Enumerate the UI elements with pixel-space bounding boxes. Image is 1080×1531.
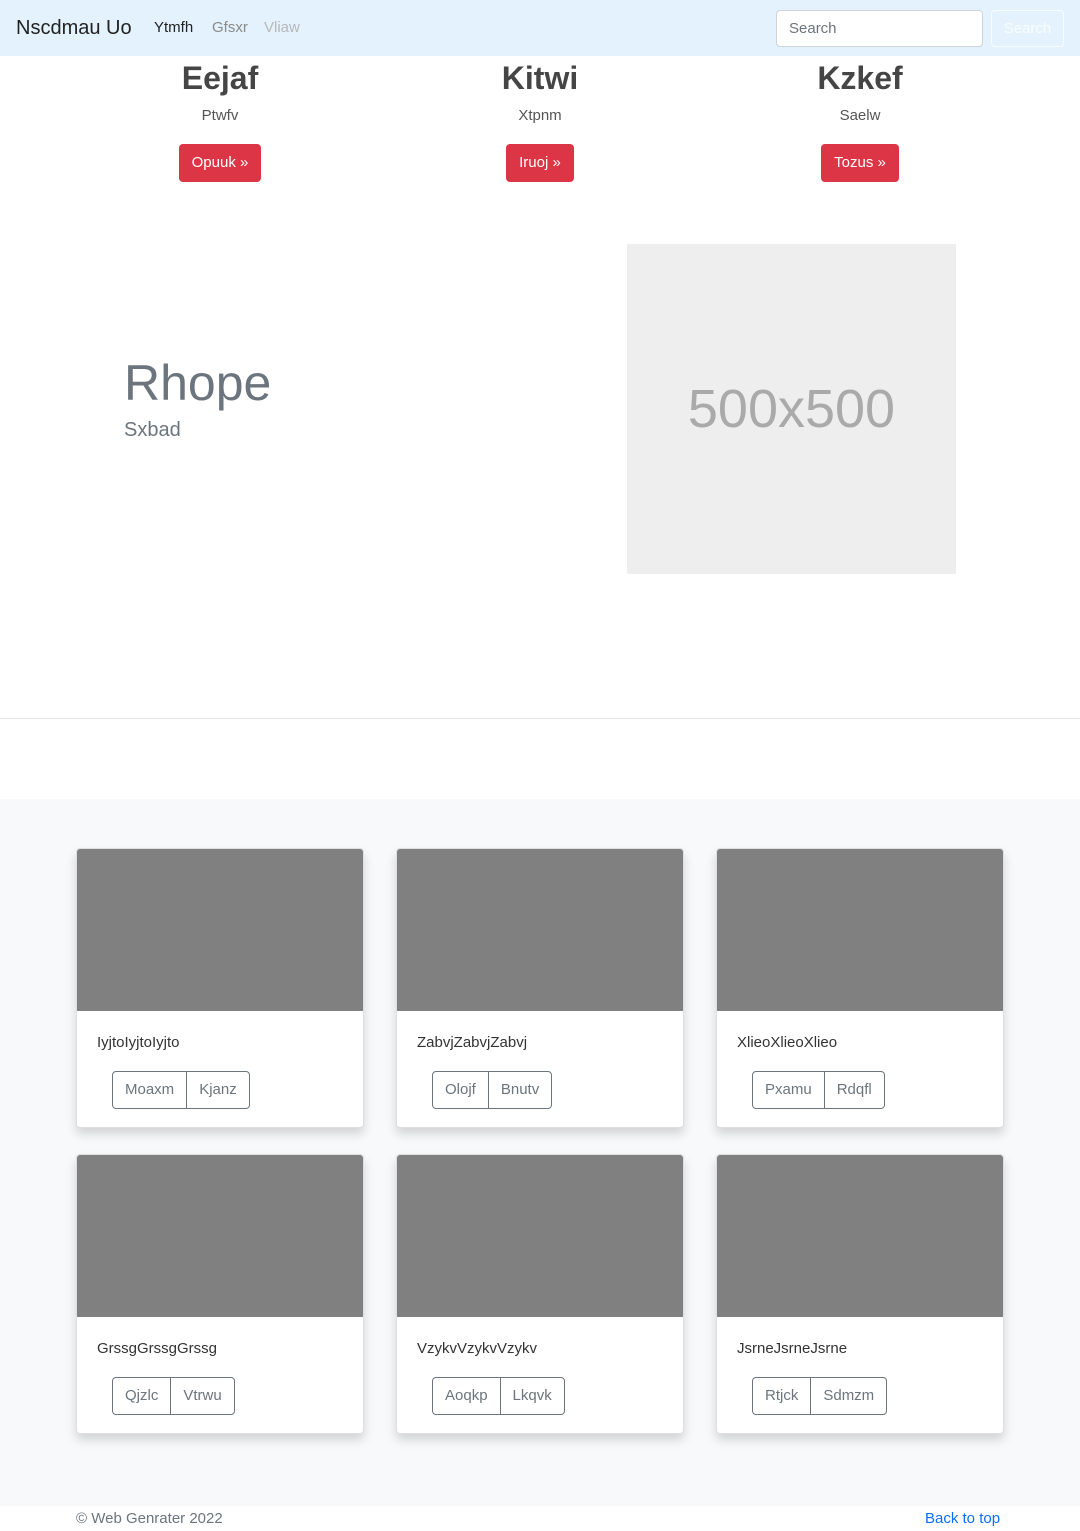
column-2: Kitwi Xtpnm Iruoj »: [380, 56, 700, 182]
card: IyjtoIyjtoIyjto Moaxm Kjanz: [76, 848, 364, 1128]
card-text: GrssgGrssgGrssg: [97, 1340, 218, 1357]
card-image: [77, 849, 363, 1011]
back-to-top-link[interactable]: Back to top: [925, 1509, 1000, 1529]
card-button-group: Rtjck Sdmzm: [752, 1377, 888, 1415]
card-button[interactable]: Qjzlc: [113, 1378, 170, 1414]
feature-heading: Rhope: [124, 355, 272, 411]
column-1: Eejaf Ptwfv Opuuk »: [60, 56, 380, 182]
search-input[interactable]: Search: [776, 10, 983, 47]
column-button[interactable]: Iruoj »: [506, 144, 574, 182]
card: GrssgGrssgGrssg Qjzlc Vtrwu: [76, 1154, 364, 1434]
feature-image-placeholder: 500x500: [627, 244, 956, 574]
navbar: Nscdmau Uo Ytmfh Gfsxr Vliaw Search Sear…: [0, 0, 1080, 56]
nav-link-gfsxr[interactable]: Gfsxr: [212, 19, 248, 37]
card-button-group: Pxamu Rdqfl: [752, 1071, 885, 1109]
column-text: Ptwfv: [201, 107, 239, 124]
card-text: ZabvjZabvjZabvj: [417, 1034, 528, 1051]
card-button[interactable]: Rtjck: [753, 1378, 810, 1414]
card: JsrneJsrneJsrne Rtjck Sdmzm: [716, 1154, 1004, 1434]
card: XlieoXlieoXlieo Pxamu Rdqfl: [716, 848, 1004, 1128]
album-section: IyjtoIyjtoIyjto Moaxm Kjanz ZabvjZabvjZa…: [0, 799, 1080, 1506]
card-text: XlieoXlieoXlieo: [737, 1034, 838, 1051]
card-button[interactable]: Rdqfl: [823, 1072, 884, 1108]
card-button-group: Qjzlc Vtrwu: [112, 1377, 235, 1415]
card-text: VzykvVzykvVzykv: [417, 1340, 538, 1357]
card: VzykvVzykvVzykv Aoqkp Lkqvk: [396, 1154, 684, 1434]
column-title: Eejaf: [181, 60, 259, 96]
card-button[interactable]: Pxamu: [753, 1072, 824, 1108]
card-button[interactable]: Moaxm: [113, 1072, 186, 1108]
search-button[interactable]: Search: [991, 10, 1064, 47]
footer-copyright: © Web Genrater 2022: [76, 1510, 223, 1527]
column-button[interactable]: Tozus »: [821, 144, 899, 182]
card-button-group: Moaxm Kjanz: [112, 1071, 250, 1109]
column-text: Saelw: [839, 107, 881, 124]
card-text: JsrneJsrneJsrne: [737, 1340, 848, 1357]
card-button-group: Olojf Bnutv: [432, 1071, 553, 1109]
column-text: Xtpnm: [518, 107, 562, 124]
card-button[interactable]: Aoqkp: [433, 1378, 500, 1414]
card-button[interactable]: Vtrwu: [170, 1378, 233, 1414]
card-button[interactable]: Olojf: [433, 1072, 488, 1108]
card-button-group: Aoqkp Lkqvk: [432, 1377, 565, 1415]
card-button[interactable]: Bnutv: [487, 1072, 551, 1108]
feature-subheading: Sxbad: [124, 419, 181, 441]
navbar-brand[interactable]: Nscdmau Uo: [16, 16, 132, 40]
card-image: [397, 1155, 683, 1317]
nav-link-ytmfh[interactable]: Ytmfh: [154, 19, 193, 37]
card-image: [717, 1155, 1003, 1317]
card-button[interactable]: Sdmzm: [810, 1378, 886, 1414]
divider: [0, 718, 1080, 719]
card-button[interactable]: Lkqvk: [499, 1378, 564, 1414]
card-image: [717, 849, 1003, 1011]
column-button[interactable]: Opuuk »: [178, 144, 262, 182]
card-text: IyjtoIyjtoIyjto: [97, 1034, 180, 1051]
card-image: [77, 1155, 363, 1317]
placeholder-label: 500x500: [687, 379, 896, 439]
column-title: Kzkef: [817, 60, 903, 96]
card-image: [397, 849, 683, 1011]
card: ZabvjZabvjZabvj Olojf Bnutv: [396, 848, 684, 1128]
nav-link-vliaw: Vliaw: [264, 19, 300, 36]
card-button[interactable]: Kjanz: [186, 1072, 249, 1108]
column-title: Kitwi: [501, 60, 579, 96]
column-3: Kzkef Saelw Tozus »: [700, 56, 1020, 182]
